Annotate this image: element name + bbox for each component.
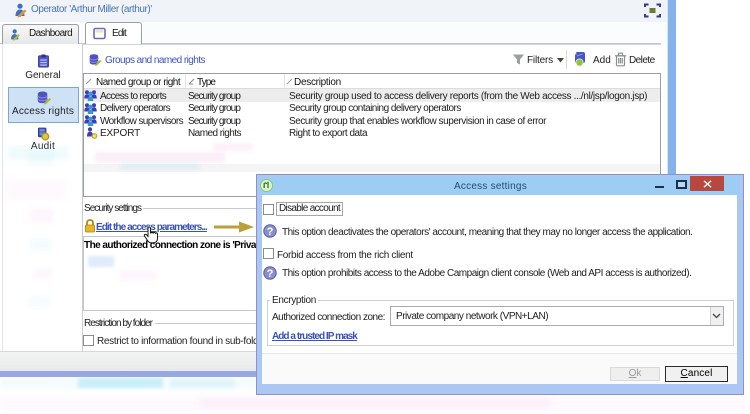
svg-text:?: ? [267,268,274,280]
svg-text:?: ? [267,226,274,238]
